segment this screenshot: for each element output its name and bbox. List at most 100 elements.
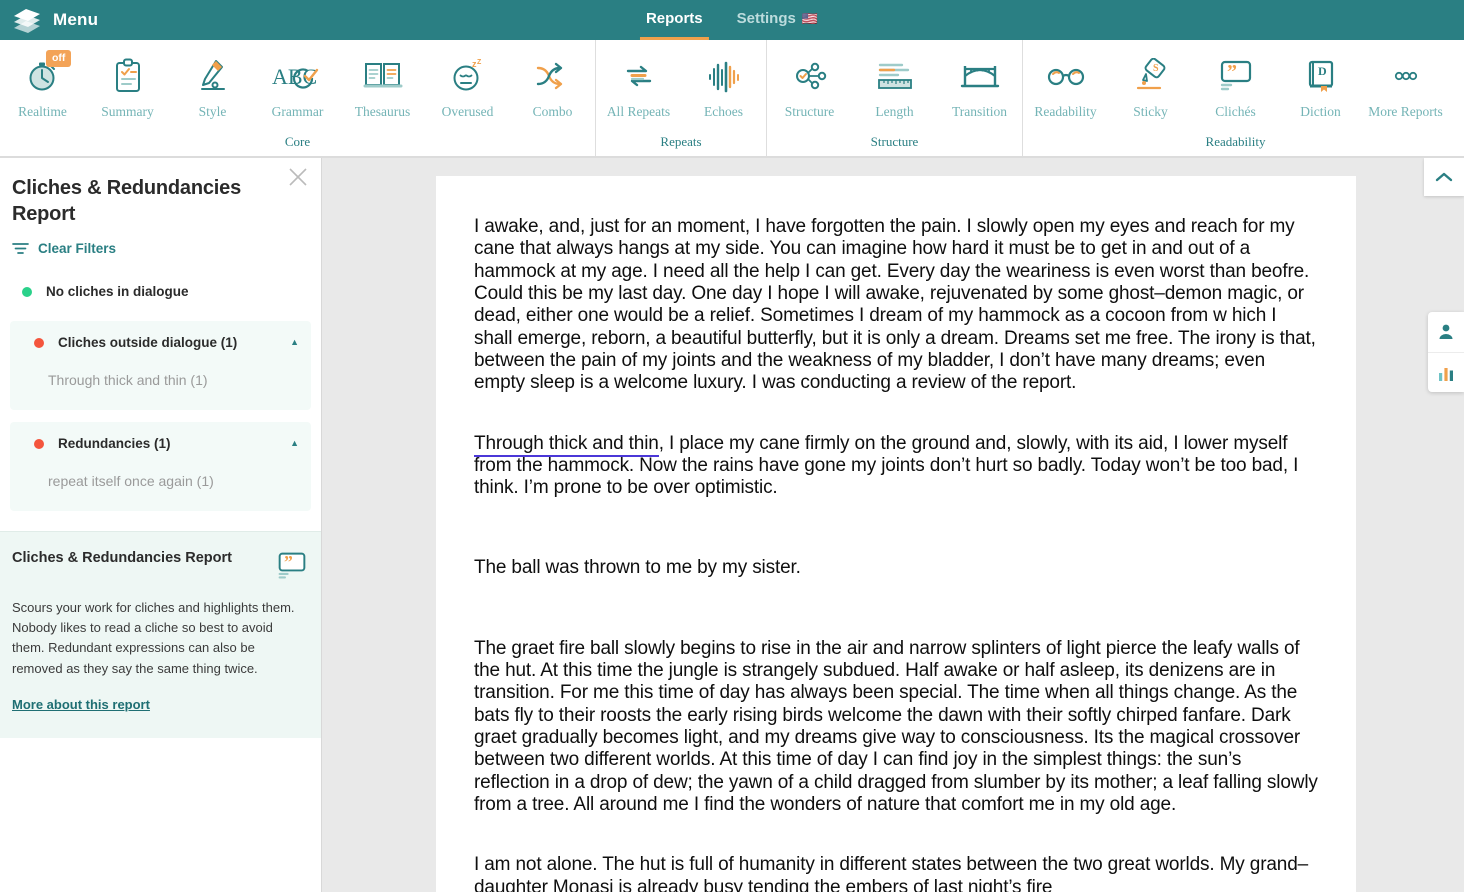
- shuffle-arrows-icon: [534, 56, 572, 96]
- ribbon-button-structure-label: Structure: [784, 104, 835, 119]
- ribbon-button-sticky-label: Sticky: [1133, 104, 1168, 119]
- ellipsis-icon: [1386, 56, 1426, 96]
- close-icon[interactable]: [287, 166, 309, 188]
- sidebar-section-label: No cliches in dialogue: [46, 284, 189, 300]
- collapse-ribbon-button[interactable]: [1424, 158, 1464, 196]
- ribbon-button-diction[interactable]: D Diction: [1278, 48, 1363, 120]
- report-info-card: Cliches & Redundancies Report ” Scours y…: [0, 531, 321, 738]
- svg-text:”: ”: [284, 552, 293, 572]
- abc-check-icon: ABC: [272, 56, 324, 96]
- main-body: Cliches & Redundancies Report Clear Filt…: [0, 158, 1464, 892]
- ribbon-button-all-repeats-label: All Repeats: [606, 104, 671, 119]
- bar-chart-icon: [1439, 367, 1453, 381]
- ruler-icon: [875, 56, 915, 96]
- bridge-icon: [960, 56, 1000, 96]
- ribbon-group-core: off Realtime Summary Style ABC Grammar T…: [0, 40, 595, 156]
- ribbon-button-combo-label: Combo: [532, 104, 573, 119]
- quote-bubble-icon: ”: [278, 552, 306, 579]
- ribbon-button-transition-label: Transition: [951, 104, 1007, 119]
- ribbon-group-readability-label: Readability: [1205, 134, 1266, 149]
- svg-text:”: ”: [1227, 61, 1237, 83]
- ribbon-button-sticky[interactable]: S Sticky: [1108, 48, 1193, 120]
- document-paragraph: I am not alone. The hut is full of human…: [474, 854, 1309, 892]
- ribbon-button-summary-label: Summary: [101, 104, 154, 119]
- ribbon-button-grammar[interactable]: ABC Grammar: [255, 48, 340, 120]
- ribbon-button-diction-label: Diction: [1300, 104, 1341, 119]
- ribbon-button-realtime-label: Realtime: [18, 104, 67, 119]
- ribbon-group-repeats: All Repeats Echoes Repeats: [595, 40, 766, 156]
- ribbon-button-overused-label: Overused: [441, 104, 494, 119]
- document-paragraph: The ball was thrown to me by my sister.: [474, 557, 801, 579]
- sidebar-section-no-cliches-in-dialogue[interactable]: No cliches in dialogue: [0, 256, 321, 309]
- svg-text:S: S: [1153, 63, 1159, 74]
- document-paragraph: I awake, and, just for an moment, I have…: [474, 216, 1316, 394]
- ribbon-button-more-reports[interactable]: More Reports: [1363, 48, 1448, 120]
- chevron-up-icon: [1435, 172, 1453, 182]
- report-info-title: Cliches & Redundancies Report: [12, 550, 232, 567]
- person-icon: [1439, 324, 1453, 339]
- ribbon-button-style[interactable]: Style: [170, 48, 255, 120]
- ribbon-button-overused[interactable]: z Z Overused: [425, 48, 510, 120]
- chevron-up-icon[interactable]: ▲: [290, 338, 299, 347]
- stats-button[interactable]: [1428, 352, 1464, 392]
- sidebar-section-redundancies: Redundancies (1) ▲ repeat itself once ag…: [10, 422, 311, 512]
- tab-reports[interactable]: Reports: [639, 0, 709, 40]
- sidebar-section-header[interactable]: Cliches outside dialogue (1) ▲: [22, 335, 299, 350]
- document-page[interactable]: I awake, and, just for an moment, I have…: [436, 176, 1356, 892]
- repeat-arrows-icon: [620, 56, 658, 96]
- ribbon-button-more-reports-label: More Reports: [1368, 104, 1443, 119]
- ribbon-button-realtime[interactable]: off Realtime: [0, 48, 85, 120]
- status-dot-green: [22, 286, 32, 297]
- ribbon-button-all-repeats[interactable]: All Repeats: [596, 48, 681, 120]
- sidebar-section-label: Cliches outside dialogue (1): [58, 335, 238, 351]
- pen-icon: [196, 56, 230, 96]
- brand-label: Menu: [53, 10, 99, 29]
- more-about-this-report-link[interactable]: More about this report: [12, 697, 150, 712]
- ribbon-group-structure-label: Structure: [870, 134, 919, 149]
- ribbon-button-echoes[interactable]: Echoes: [681, 48, 766, 120]
- page-title: Cliches & Redundancies Report: [12, 177, 241, 225]
- realtime-off-badge: off: [46, 50, 72, 67]
- ribbon-button-cliches-label: Clichés: [1215, 104, 1256, 119]
- ribbon-toolbar: off Realtime Summary Style ABC Grammar T…: [0, 40, 1464, 158]
- top-nav: Reports Settings 🇺🇸: [639, 0, 824, 40]
- list-item[interactable]: repeat itself once again (1): [22, 451, 299, 489]
- book-stack-logo: [14, 9, 40, 33]
- ribbon-button-structure[interactable]: Structure: [767, 48, 852, 120]
- sidebar-section-label: Redundancies (1): [58, 436, 171, 452]
- quote-bubble-icon: ”: [1219, 56, 1253, 96]
- clear-filters-button[interactable]: Clear Filters: [0, 227, 321, 256]
- ribbon-button-length-label: Length: [875, 104, 914, 119]
- ribbon-button-readability-label: Readability: [1034, 104, 1097, 119]
- us-flag-icon: 🇺🇸: [801, 11, 819, 26]
- honey-dipper-icon: S: [1133, 56, 1169, 96]
- open-book-icon: [363, 56, 403, 96]
- chevron-up-icon[interactable]: ▲: [290, 439, 299, 448]
- account-button[interactable]: [1428, 312, 1464, 352]
- ribbon-button-combo[interactable]: Combo: [510, 48, 595, 120]
- list-item[interactable]: Through thick and thin (1): [22, 350, 299, 388]
- ribbon-button-readability[interactable]: Readability: [1023, 48, 1108, 120]
- ribbon-button-length[interactable]: Length: [852, 48, 937, 120]
- ribbon-button-echoes-label: Echoes: [704, 104, 743, 119]
- dictionary-book-icon: D: [1304, 56, 1338, 96]
- cliche-highlight[interactable]: Through thick and thin: [474, 432, 659, 457]
- brand-menu-button[interactable]: Menu: [0, 7, 98, 33]
- document-paragraph: The graet fire ball slowly begins to ris…: [474, 637, 1318, 815]
- document-canvas: I awake, and, just for an moment, I have…: [322, 158, 1464, 892]
- report-sidebar: Cliches & Redundancies Report Clear Filt…: [0, 158, 322, 892]
- ribbon-button-transition[interactable]: Transition: [937, 48, 1022, 120]
- status-dot-red: [34, 438, 44, 449]
- ribbon-button-thesaurus[interactable]: Thesaurus: [340, 48, 425, 120]
- clear-filters-label: Clear Filters: [38, 241, 117, 257]
- ribbon-button-cliches[interactable]: ” Clichés: [1193, 48, 1278, 120]
- sidebar-section-header[interactable]: Redundancies (1) ▲: [22, 436, 299, 451]
- status-dot-red: [34, 337, 44, 348]
- tab-settings[interactable]: Settings 🇺🇸: [731, 0, 824, 40]
- sleepy-face-icon: z Z: [450, 56, 486, 96]
- clipboard-icon: [111, 56, 145, 96]
- filter-icon: [12, 243, 29, 255]
- report-info-description: Scours your work for cliches and highlig…: [12, 600, 295, 676]
- ribbon-button-summary[interactable]: Summary: [85, 48, 170, 120]
- ribbon-button-style-label: Style: [198, 104, 227, 119]
